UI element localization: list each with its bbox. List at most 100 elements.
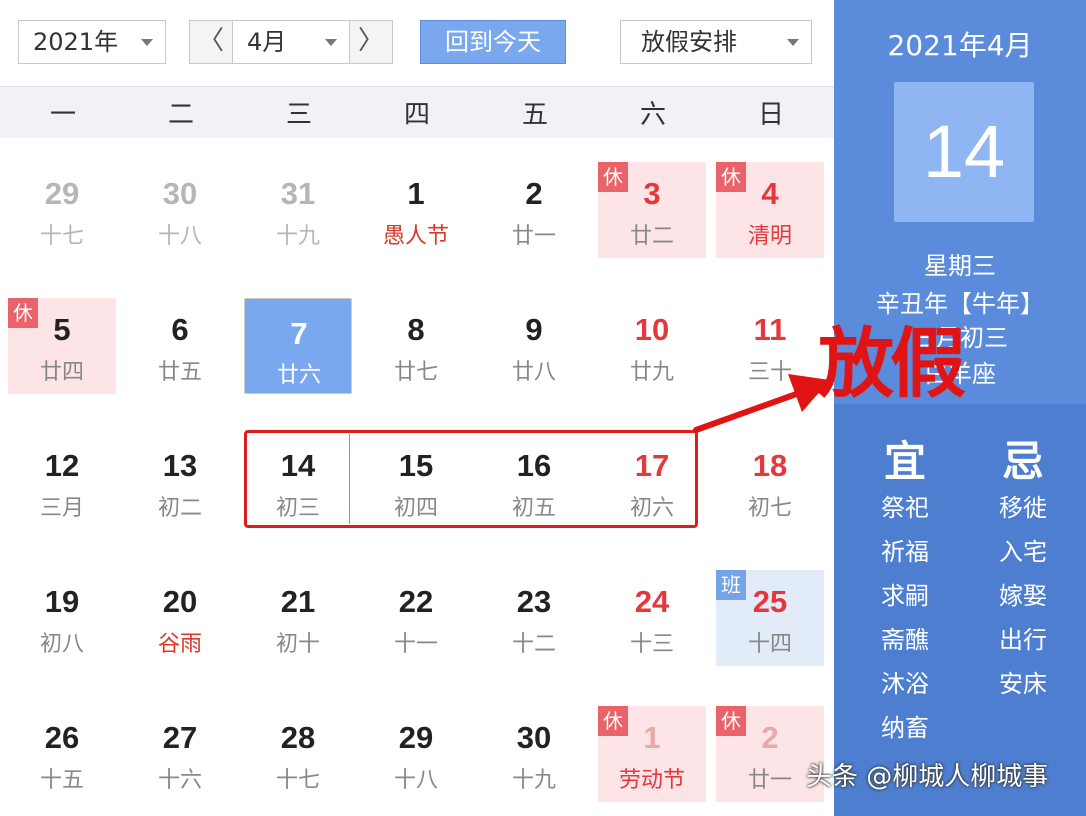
suitable-item: 斋醮 <box>881 626 929 654</box>
lunar-date: 十九 <box>511 768 556 793</box>
day-number: 3 <box>643 176 661 211</box>
lunar-date: 十五 <box>39 768 84 793</box>
calendar-day-cell[interactable]: 29 十七 <box>8 162 116 258</box>
lunar-date: 廿六 <box>276 363 321 388</box>
day-number: 1 <box>643 720 661 755</box>
day-number: 13 <box>162 448 198 483</box>
lunar-date: 廿八 <box>511 360 556 385</box>
back-to-today-button[interactable]: 回到今天 <box>420 20 566 64</box>
weekday-label: 一 <box>49 100 76 130</box>
chevron-down-icon <box>787 39 799 46</box>
festival-label: 谷雨 <box>157 632 202 657</box>
year-value: 2021年 <box>33 28 119 56</box>
panel-month: 2021年4月 <box>887 29 1033 62</box>
panel-weekday: 星期三 <box>924 252 996 280</box>
calendar-day-cell[interactable]: 6 廿五 <box>126 298 234 394</box>
day-number: 27 <box>162 720 198 755</box>
day-number: 9 <box>525 312 543 347</box>
suitable-item: 祭祀 <box>881 494 929 522</box>
calendar-day-cell[interactable]: 30 十九 <box>480 706 588 802</box>
calendar-day-cell[interactable]: 28 十七 <box>244 706 352 802</box>
calendar-day-cell[interactable]: 休 1 劳动节 <box>598 706 706 802</box>
weekday-label: 三 <box>285 100 312 130</box>
calendar-day-cell[interactable]: 8 廿七 <box>362 298 470 394</box>
month-select[interactable]: 4月 <box>232 20 350 64</box>
calendar-day-cell[interactable]: 26 十五 <box>8 706 116 802</box>
calendar-day-cell[interactable]: 22 十一 <box>362 570 470 666</box>
chevron-left-icon: 〈 <box>197 26 224 56</box>
day-number: 10 <box>634 312 670 347</box>
chevron-right-icon: 〉 <box>357 26 384 56</box>
lunar-date: 十八 <box>157 224 202 249</box>
calendar-day-cell[interactable]: 24 十三 <box>598 570 706 666</box>
day-number: 29 <box>398 720 434 755</box>
calendar-day-cell[interactable]: 7 廿六 <box>244 298 352 394</box>
day-number: 2 <box>761 720 779 755</box>
day-number: 30 <box>516 720 552 755</box>
lunar-date: 十四 <box>747 632 792 657</box>
calendar-day-cell[interactable]: 休 3 廿二 <box>598 162 706 258</box>
lunar-date: 十三 <box>629 632 674 657</box>
calendar-day-cell[interactable]: 31 十九 <box>244 162 352 258</box>
day-number: 26 <box>44 720 80 755</box>
day-number: 21 <box>280 584 316 619</box>
calendar-day-cell[interactable]: 21 初十 <box>244 570 352 666</box>
next-month-button[interactable]: 〉 <box>349 20 393 64</box>
toolbar: 2021年 〈 4月 〉 回到今天 放假安排 <box>0 0 834 86</box>
day-number: 29 <box>44 176 80 211</box>
day-number: 2 <box>525 176 543 211</box>
lunar-date: 初十 <box>275 632 320 657</box>
weekday-label: 二 <box>167 100 194 130</box>
holiday-schedule-value: 放假安排 <box>641 28 737 56</box>
calendar-day-cell[interactable]: 2 廿一 <box>480 162 588 258</box>
calendar-day-cell[interactable]: 休 4 清明 <box>716 162 824 258</box>
calendar-day-cell[interactable]: 29 十八 <box>362 706 470 802</box>
calendar-day-cell[interactable]: 27 十六 <box>126 706 234 802</box>
lunar-date: 初八 <box>39 632 84 657</box>
selected-day-number: 14 <box>894 82 1034 222</box>
suitable-item: 祈福 <box>881 538 929 566</box>
lunar-date: 初二 <box>157 496 202 521</box>
lunar-date: 廿四 <box>39 360 84 385</box>
suitable-item: 求嗣 <box>881 582 929 610</box>
calendar-day-cell[interactable]: 20 谷雨 <box>126 570 234 666</box>
watermark-text: 头条 @柳城人柳城事 <box>806 762 1049 792</box>
festival-label: 愚人节 <box>382 224 449 249</box>
holiday-schedule-select[interactable]: 放假安排 <box>620 20 812 64</box>
day-number: 22 <box>398 584 434 619</box>
calendar-day-cell[interactable]: 12 三月 <box>8 434 116 530</box>
prev-month-button[interactable]: 〈 <box>189 20 233 64</box>
avoid-item: 嫁娶 <box>999 582 1047 610</box>
avoid-item: 移徙 <box>999 494 1047 522</box>
day-number: 18 <box>752 448 788 483</box>
lunar-date: 廿一 <box>511 224 556 249</box>
calendar-day-cell[interactable]: 19 初八 <box>8 570 116 666</box>
avoid-item: 入宅 <box>999 538 1047 566</box>
day-number: 7 <box>290 316 308 351</box>
weekday-label: 六 <box>639 100 666 130</box>
calendar-day-cell[interactable]: 18 初七 <box>716 434 824 530</box>
lunar-date: 十七 <box>275 768 320 793</box>
calendar-day-cell[interactable]: 9 廿八 <box>480 298 588 394</box>
lunar-date: 十九 <box>275 224 320 249</box>
day-number: 12 <box>44 448 80 483</box>
chevron-down-icon <box>325 39 337 46</box>
day-number: 20 <box>162 584 198 619</box>
festival-label: 清明 <box>747 224 792 249</box>
calendar-day-cell[interactable]: 30 十八 <box>126 162 234 258</box>
suitable-item: 纳畜 <box>881 714 929 742</box>
calendar-day-cell[interactable]: 13 初二 <box>126 434 234 530</box>
calendar-day-cell[interactable]: 班 25 十四 <box>716 570 824 666</box>
day-number: 4 <box>761 176 779 211</box>
day-number: 30 <box>162 176 198 211</box>
calendar-day-cell[interactable]: 23 十二 <box>480 570 588 666</box>
calendar-day-cell[interactable]: 1 愚人节 <box>362 162 470 258</box>
lunar-date: 初七 <box>747 496 792 521</box>
suitable-heading: 宜 <box>883 437 926 486</box>
day-number: 24 <box>634 584 670 619</box>
year-select[interactable]: 2021年 <box>18 20 166 64</box>
day-number: 5 <box>53 312 71 347</box>
lunar-date: 十六 <box>157 768 202 793</box>
calendar-day-cell[interactable]: 休 5 廿四 <box>8 298 116 394</box>
chevron-down-icon <box>141 39 153 46</box>
